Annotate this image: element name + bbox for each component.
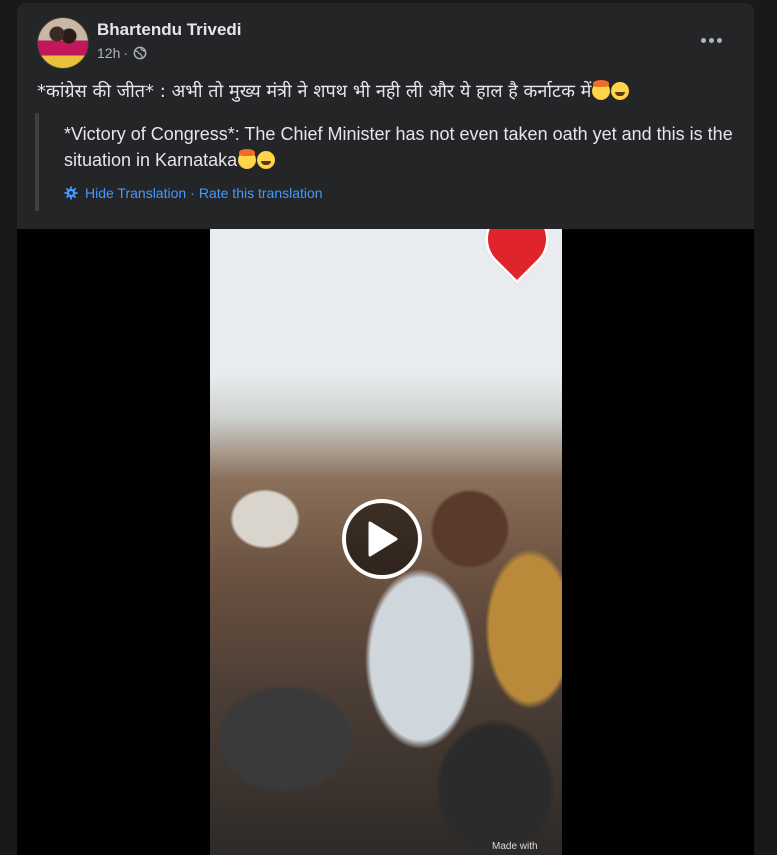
post-time[interactable]: 12h [97, 45, 120, 61]
play-icon [368, 521, 398, 557]
video-watermark: Made with [492, 841, 538, 852]
author-avatar[interactable] [37, 17, 89, 69]
smiling-face-emoji [257, 151, 276, 169]
translation-body: *Victory of Congress*: The Chief Ministe… [64, 121, 734, 173]
post-meta: 12h · [97, 45, 147, 61]
exploding-head-emoji [238, 149, 257, 169]
link-separator: · [190, 185, 195, 201]
meta-separator: · [123, 45, 129, 61]
exploding-head-emoji [592, 80, 611, 100]
hide-translation-link[interactable]: Hide Translation [85, 185, 186, 201]
author-name[interactable]: Bhartendu Trivedi [97, 20, 242, 40]
play-button[interactable] [342, 499, 422, 579]
more-dot-icon [708, 37, 714, 43]
more-dot-icon [716, 37, 722, 43]
more-options-button[interactable] [693, 25, 729, 55]
more-dot-icon [700, 37, 706, 43]
location-pin-icon [471, 229, 562, 285]
post-body: *कांग्रेस की जीत* : अभी तो मुख्य मंत्री … [37, 79, 737, 105]
smiling-face-emoji [611, 82, 630, 100]
rate-translation-link[interactable]: Rate this translation [199, 185, 323, 201]
translation-links: Hide Translation · Rate this translation [64, 185, 323, 201]
video-player[interactable]: Made with [17, 229, 754, 855]
post-text: *कांग्रेस की जीत* : अभी तो मुख्य मंत्री … [37, 81, 592, 102]
gear-icon[interactable] [64, 186, 78, 200]
globe-icon[interactable] [133, 46, 147, 60]
post-header: Bhartendu Trivedi 12h · [17, 3, 754, 73]
translation-text: *Victory of Congress*: The Chief Ministe… [64, 124, 733, 170]
translation-block: *Victory of Congress*: The Chief Ministe… [35, 113, 739, 211]
post-card: Bhartendu Trivedi 12h · *कांग्रेस की जीत… [17, 3, 754, 855]
